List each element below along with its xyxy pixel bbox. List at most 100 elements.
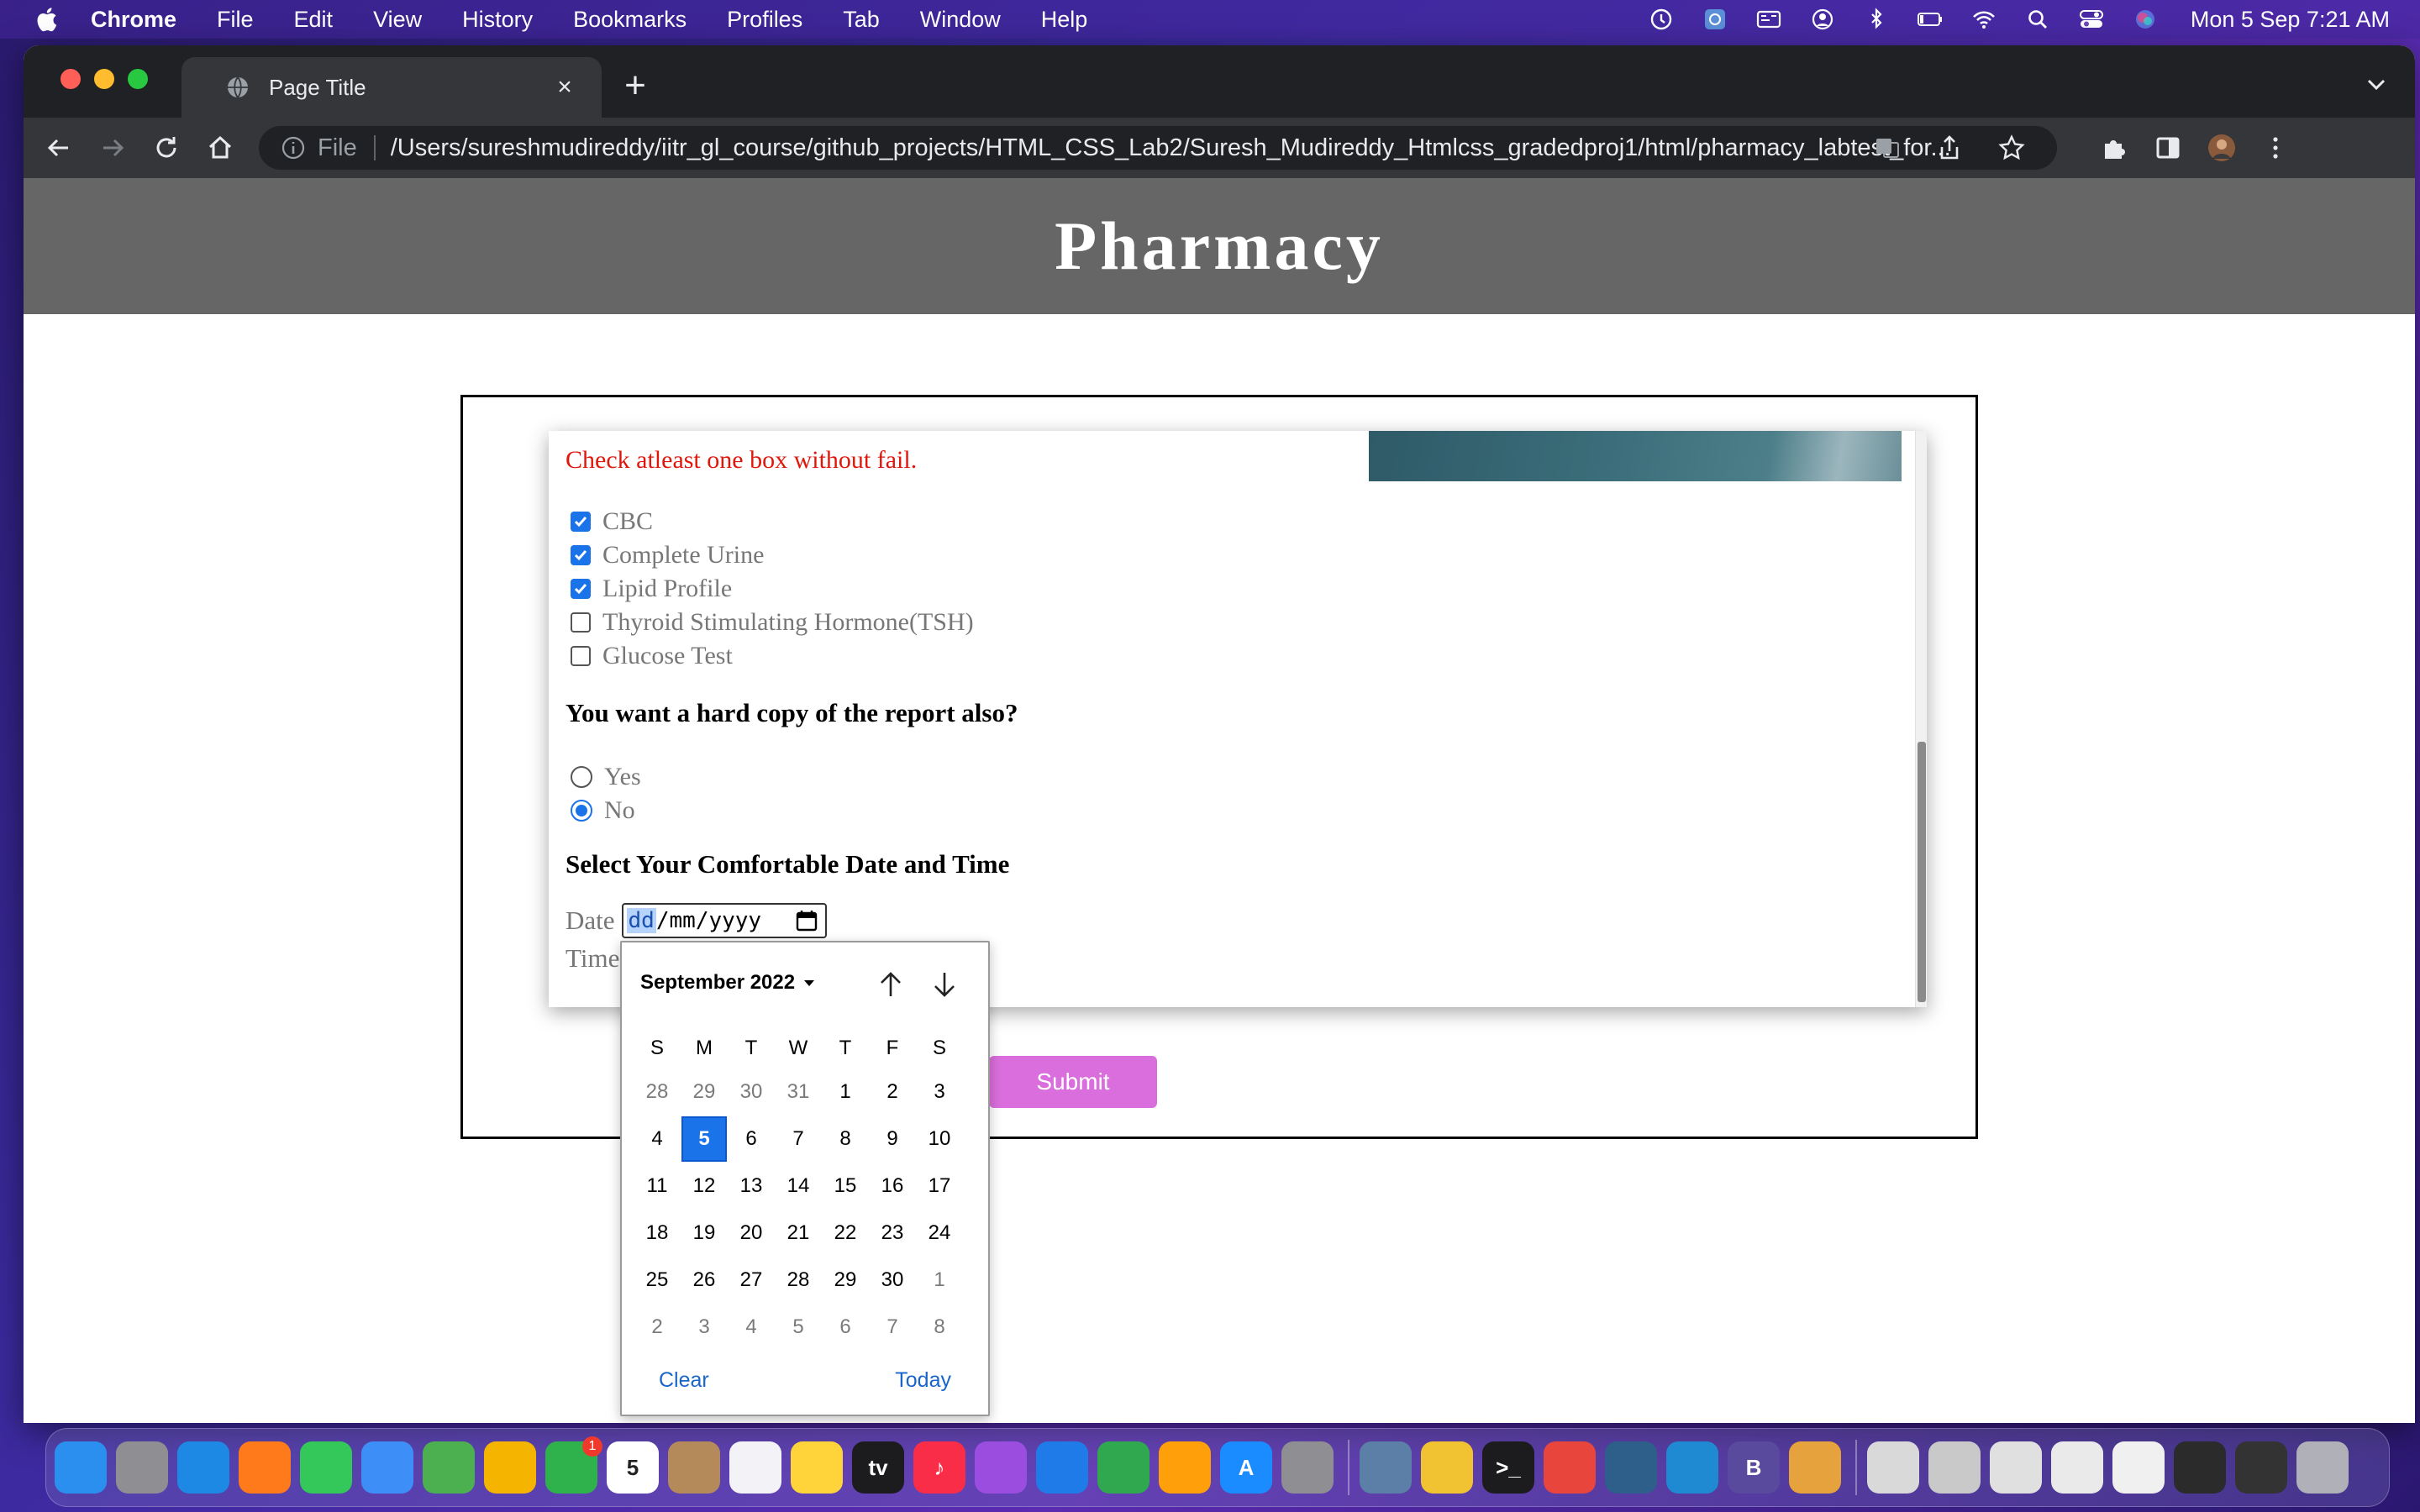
- window-thumb-2-icon[interactable]: [1928, 1441, 1981, 1494]
- trash-icon[interactable]: [2296, 1441, 2349, 1494]
- calendar-day[interactable]: 28: [775, 1257, 822, 1304]
- checkbox-cbc[interactable]: [571, 512, 591, 532]
- calendar-day[interactable]: 4: [728, 1304, 775, 1351]
- menu-history[interactable]: History: [462, 7, 533, 33]
- calendar-day[interactable]: 16: [869, 1163, 916, 1210]
- test-option-lipid-profile[interactable]: Lipid Profile: [571, 572, 974, 606]
- app-store-icon[interactable]: A: [1220, 1441, 1272, 1494]
- calendar-day[interactable]: 29: [822, 1257, 869, 1304]
- files-icon[interactable]: [1421, 1441, 1473, 1494]
- calendar-day[interactable]: 1: [822, 1068, 869, 1116]
- calendar-day[interactable]: 19: [681, 1210, 728, 1257]
- month-year-selector[interactable]: September 2022: [640, 971, 817, 995]
- test-option-cbc[interactable]: CBC: [571, 505, 974, 538]
- window-thumb-3-icon[interactable]: [1990, 1441, 2042, 1494]
- finder-icon[interactable]: [55, 1441, 107, 1494]
- calendar-day[interactable]: 22: [822, 1210, 869, 1257]
- site-info-icon[interactable]: [281, 135, 306, 160]
- input-source-icon[interactable]: [1754, 7, 1784, 32]
- forward-arrow-icon[interactable]: [96, 131, 129, 165]
- siri-icon[interactable]: [2130, 7, 2160, 32]
- clear-date-button[interactable]: Clear: [659, 1368, 709, 1393]
- window-thumb-7-icon[interactable]: [2235, 1441, 2287, 1494]
- menu-bar-clock[interactable]: Mon 5 Sep 7:21 AM: [2191, 7, 2390, 33]
- tab-search-chevron-icon[interactable]: [2363, 71, 2390, 97]
- app-status-icon[interactable]: [1700, 7, 1730, 32]
- menu-view[interactable]: View: [373, 7, 422, 33]
- wifi-icon[interactable]: [1969, 7, 1999, 32]
- menu-edit[interactable]: Edit: [294, 7, 334, 33]
- window-thumb-1-icon[interactable]: [1867, 1441, 1919, 1494]
- pages-icon[interactable]: [1159, 1441, 1211, 1494]
- calendar-day[interactable]: 17: [916, 1163, 963, 1210]
- reload-icon[interactable]: [150, 131, 183, 165]
- date-input[interactable]: dd / mm / yyyy: [621, 903, 827, 938]
- chrome-icon[interactable]: [1544, 1441, 1596, 1494]
- checkbox-complete-urine[interactable]: [571, 545, 591, 565]
- calendar-day[interactable]: 8: [916, 1304, 963, 1351]
- window-thumb-4-icon[interactable]: [2051, 1441, 2103, 1494]
- test-option-glucose[interactable]: Glucose Test: [571, 639, 974, 673]
- form-scrollbar[interactable]: [1915, 431, 1927, 1007]
- submit-button[interactable]: Submit: [989, 1056, 1157, 1108]
- calendar-day[interactable]: 12: [681, 1163, 728, 1210]
- safari-icon[interactable]: [177, 1441, 229, 1494]
- extensions-puzzle-icon[interactable]: [2097, 131, 2131, 165]
- calendar-day[interactable]: 5: [775, 1304, 822, 1351]
- hardcopy-option-no[interactable]: No: [571, 794, 641, 827]
- test-option-complete-urine[interactable]: Complete Urine: [571, 538, 974, 572]
- calendar-day[interactable]: 25: [634, 1257, 681, 1304]
- vscode-icon[interactable]: [1666, 1441, 1718, 1494]
- calendar-day[interactable]: 7: [775, 1116, 822, 1163]
- mail-icon[interactable]: [361, 1441, 413, 1494]
- zoom-window-button[interactable]: [128, 69, 148, 89]
- calendar-day[interactable]: 2: [869, 1068, 916, 1116]
- calendar-day[interactable]: 29: [681, 1068, 728, 1116]
- menu-profiles[interactable]: Profiles: [727, 7, 802, 33]
- profile-avatar[interactable]: [2205, 131, 2238, 165]
- hardcopy-option-yes[interactable]: Yes: [571, 760, 641, 794]
- home-icon[interactable]: [203, 131, 237, 165]
- menu-help[interactable]: Help: [1041, 7, 1088, 33]
- calendar-day[interactable]: 6: [728, 1116, 775, 1163]
- url-text[interactable]: /Users/sureshmudireddy/iitr_gl_course/gi…: [391, 134, 2057, 162]
- browser-tab-active[interactable]: Page Title ×: [182, 57, 602, 118]
- address-bar[interactable]: File /Users/sureshmudireddy/iitr_gl_cour…: [259, 126, 2057, 170]
- scrollbar-thumb[interactable]: [1918, 742, 1926, 1002]
- numbers-icon[interactable]: [1097, 1441, 1150, 1494]
- calendar-day[interactable]: 2: [634, 1304, 681, 1351]
- launchpad-icon[interactable]: [116, 1441, 168, 1494]
- preview-icon[interactable]: [1360, 1441, 1412, 1494]
- today-date-button[interactable]: Today: [895, 1368, 951, 1393]
- calendar-day[interactable]: 10: [916, 1116, 963, 1163]
- xcode-tool-icon[interactable]: [1789, 1441, 1841, 1494]
- date-day-segment[interactable]: dd: [626, 908, 656, 933]
- bbedit-icon[interactable]: B: [1728, 1441, 1780, 1494]
- close-window-button[interactable]: [60, 69, 81, 89]
- user-account-icon[interactable]: [1807, 7, 1838, 32]
- calendar-day[interactable]: 15: [822, 1163, 869, 1210]
- menu-bookmarks[interactable]: Bookmarks: [573, 7, 687, 33]
- system-preferences-icon[interactable]: [1281, 1441, 1334, 1494]
- battery-icon[interactable]: [1915, 7, 1945, 32]
- terminal-icon[interactable]: >_: [1482, 1441, 1534, 1494]
- bluetooth-icon[interactable]: [1861, 7, 1891, 32]
- radio-no[interactable]: [571, 800, 592, 822]
- share-icon[interactable]: [1933, 131, 1966, 165]
- minimize-window-button[interactable]: [94, 69, 114, 89]
- calendar-day[interactable]: 30: [728, 1068, 775, 1116]
- spotlight-search-icon[interactable]: [2023, 7, 2053, 32]
- calendar-day[interactable]: 28: [634, 1068, 681, 1116]
- calendar-icon[interactable]: [795, 909, 818, 932]
- podcasts-icon[interactable]: [975, 1441, 1027, 1494]
- bookmark-star-icon[interactable]: [1995, 131, 2028, 165]
- photos-icon[interactable]: [484, 1441, 536, 1494]
- keynote-icon[interactable]: [1036, 1441, 1088, 1494]
- checkbox-glucose[interactable]: [571, 646, 591, 666]
- calendar-day[interactable]: 4: [634, 1116, 681, 1163]
- maps-icon[interactable]: [423, 1441, 475, 1494]
- messages-icon[interactable]: [300, 1441, 352, 1494]
- checkbox-lipid-profile[interactable]: [571, 579, 591, 599]
- date-month-segment[interactable]: mm: [670, 908, 696, 933]
- notes-icon[interactable]: [791, 1441, 843, 1494]
